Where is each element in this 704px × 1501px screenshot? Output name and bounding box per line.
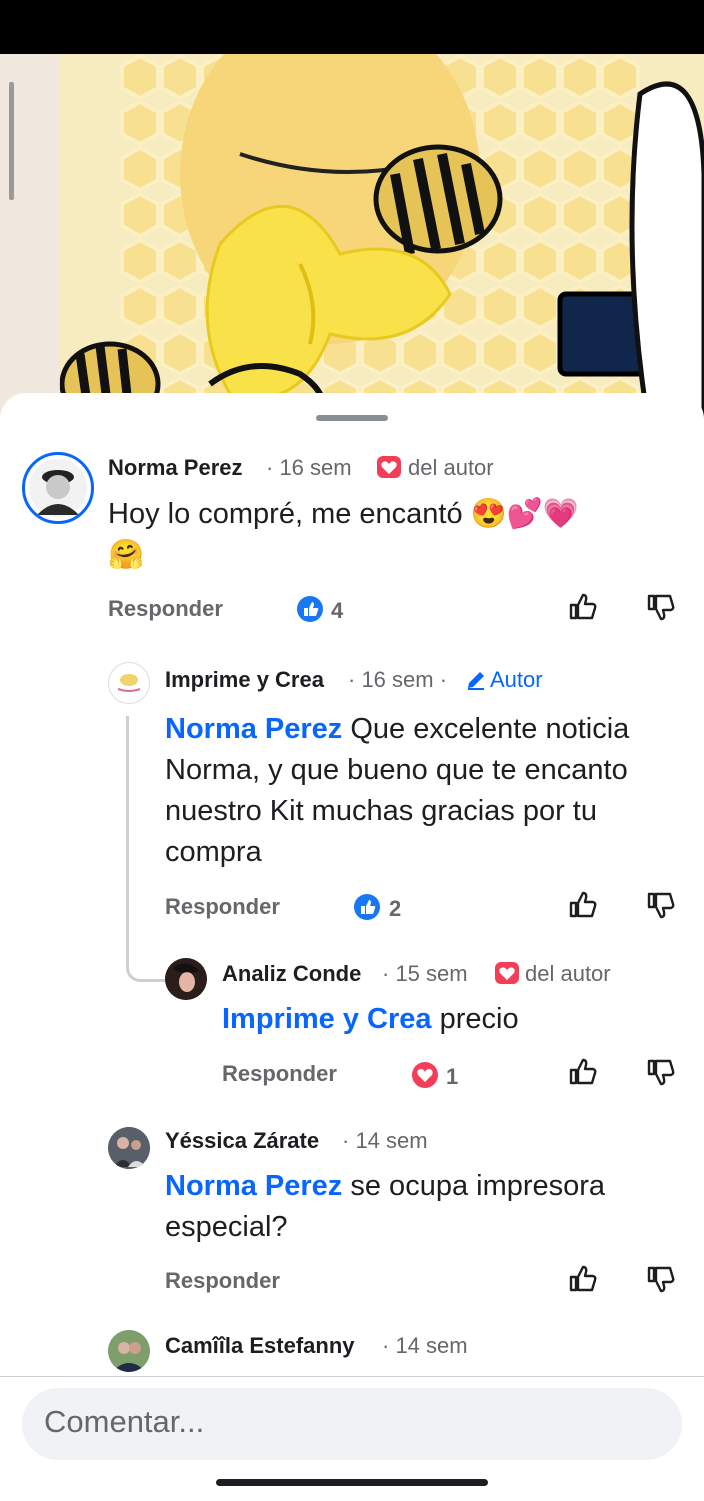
comment-author[interactable]: Imprime y Crea xyxy=(165,667,324,693)
comment-text: Hoy lo compré, me encantó 😍💕💗 xyxy=(108,498,579,530)
comment-time: · 14 sem xyxy=(382,1333,468,1358)
home-indicator[interactable] xyxy=(216,1479,488,1486)
reply-button[interactable]: Responder xyxy=(222,1061,337,1087)
thumbs-up-icon[interactable] xyxy=(565,888,599,922)
thread-line xyxy=(126,716,165,982)
love-reaction-icon xyxy=(411,1061,439,1089)
reaction-count: 1 xyxy=(446,1064,459,1089)
thumbs-up-icon[interactable] xyxy=(565,1055,599,1089)
thumbs-up-icon[interactable] xyxy=(565,1262,599,1296)
like-reaction-icon xyxy=(296,595,324,623)
thumbs-down-icon[interactable] xyxy=(643,1262,677,1296)
status-bar xyxy=(0,0,704,54)
author-badge: Autor xyxy=(490,667,543,692)
comment-text-body: precio xyxy=(439,1003,519,1035)
comment-text: Norma Perez Que excelente noticia Norma,… xyxy=(165,709,685,873)
avatar[interactable] xyxy=(108,662,150,704)
comment-author[interactable]: Camîîla Estefanny xyxy=(165,1333,355,1359)
thumbs-down-icon[interactable] xyxy=(643,1055,677,1089)
post-image-background xyxy=(0,54,704,434)
thumbs-up-icon[interactable] xyxy=(565,590,599,624)
reaction-count: 2 xyxy=(389,896,402,921)
like-reaction-icon xyxy=(353,893,381,921)
heart-badge-icon xyxy=(494,961,520,985)
comment-author[interactable]: Yéssica Zárate xyxy=(165,1128,319,1154)
comment-time: · 15 sem xyxy=(382,961,468,986)
comment-text: Imprime y Crea precio xyxy=(222,999,682,1040)
thumbs-down-icon[interactable] xyxy=(643,590,677,624)
author-liked-badge: del autor xyxy=(525,961,611,986)
avatar[interactable] xyxy=(22,452,94,524)
heart-badge-icon xyxy=(376,455,402,479)
reply-button[interactable]: Responder xyxy=(108,596,223,622)
comment-author[interactable]: Norma Perez xyxy=(108,455,243,481)
comment-author[interactable]: Analiz Conde xyxy=(222,961,361,987)
mention-link[interactable]: Norma Perez xyxy=(165,1170,342,1202)
avatar[interactable] xyxy=(108,1127,150,1169)
reply-button[interactable]: Responder xyxy=(165,1268,280,1294)
avatar[interactable] xyxy=(165,958,207,1000)
comment-text-continued: 🤗 xyxy=(108,539,145,571)
pencil-icon xyxy=(465,669,487,691)
thumbs-down-icon[interactable] xyxy=(643,888,677,922)
author-liked-badge: del autor xyxy=(408,455,494,480)
comment-time: · 16 sem xyxy=(266,455,352,480)
reply-button[interactable]: Responder xyxy=(165,894,280,920)
mention-link[interactable]: Norma Perez xyxy=(165,713,342,745)
drag-handle[interactable] xyxy=(316,415,388,421)
mention-link[interactable]: Imprime y Crea xyxy=(222,1003,432,1035)
comment-time: · 14 sem xyxy=(342,1128,428,1153)
comment-input-placeholder: Comentar... xyxy=(44,1404,205,1439)
comment-time: · 16 sem · xyxy=(348,667,448,692)
avatar[interactable] xyxy=(108,1330,150,1372)
comment-text: Norma Perez se ocupa impresora especial? xyxy=(165,1166,685,1248)
reaction-count: 4 xyxy=(331,598,344,623)
